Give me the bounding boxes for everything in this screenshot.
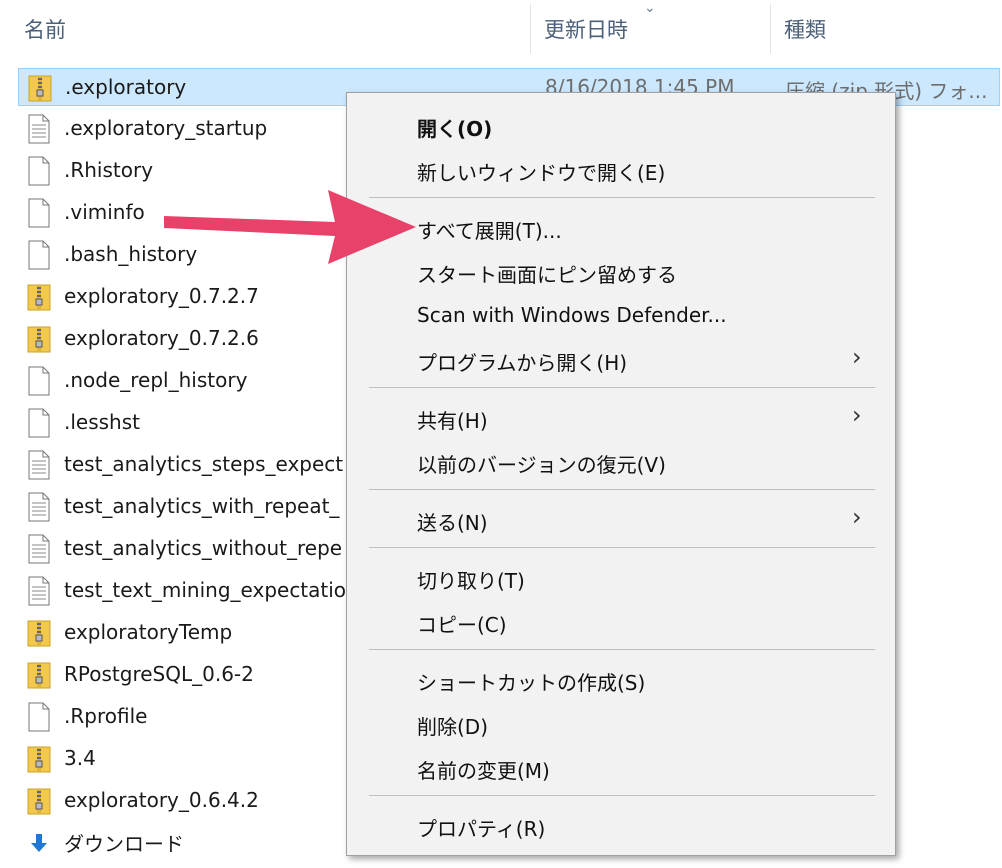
menu-restore-previous[interactable]: 以前のバージョンの復元(V): [347, 441, 895, 481]
menu-item-label: 送る(N): [417, 511, 488, 535]
file-name: exploratoryTemp: [64, 620, 233, 644]
menu-open[interactable]: 開く(O): [347, 105, 895, 145]
blank-file-icon: [27, 198, 51, 228]
chevron-right-icon: ›: [852, 503, 862, 531]
menu-cut[interactable]: 切り取り(T): [347, 557, 895, 597]
menu-item-label: 開く(O): [417, 117, 493, 141]
menu-item-label: ショートカットの作成(S): [417, 671, 646, 695]
menu-delete[interactable]: 削除(D): [347, 703, 895, 743]
menu-separator: [369, 649, 875, 650]
column-header: 名前 ⌄ 更新日時 種類: [0, 0, 1002, 58]
menu-copy[interactable]: コピー(C): [347, 601, 895, 641]
menu-item-label: すべて展開(T)...: [417, 219, 562, 243]
file-name: .exploratory_startup: [64, 116, 268, 140]
file-name: exploratory_0.7.2.6: [64, 326, 259, 350]
blank-file-icon: [27, 366, 51, 396]
menu-rename[interactable]: 名前の変更(M): [347, 747, 895, 787]
file-name: .exploratory: [65, 75, 187, 99]
text-document-icon: [27, 534, 51, 564]
file-name: 3.4: [64, 746, 96, 770]
menu-item-label: プロパティ(R): [417, 817, 546, 841]
text-document-icon: [27, 492, 51, 522]
chevron-right-icon: ›: [852, 401, 862, 429]
chevron-right-icon: ›: [852, 343, 862, 371]
file-name: .viminfo: [64, 200, 145, 224]
menu-properties[interactable]: プロパティ(R): [347, 805, 895, 845]
text-document-icon: [27, 450, 51, 480]
file-name: .lesshst: [64, 410, 140, 434]
menu-separator: [369, 489, 875, 490]
column-divider[interactable]: [770, 4, 771, 54]
blank-file-icon: [27, 702, 51, 732]
menu-item-label: 削除(D): [417, 715, 489, 739]
menu-scan-defender[interactable]: Scan with Windows Defender...: [347, 295, 895, 335]
menu-separator: [369, 795, 875, 796]
download-folder-icon: [27, 826, 51, 856]
column-date-header[interactable]: 更新日時: [544, 14, 628, 44]
column-divider[interactable]: [530, 4, 531, 54]
menu-create-shortcut[interactable]: ショートカットの作成(S): [347, 659, 895, 699]
menu-send-to[interactable]: 送る(N) ›: [347, 499, 895, 539]
file-name: exploratory_0.7.2.7: [64, 284, 259, 308]
file-name: test_analytics_with_repeat_: [64, 494, 340, 518]
zip-folder-icon: [28, 73, 52, 103]
file-name: .Rhistory: [64, 158, 154, 182]
blank-file-icon: [27, 408, 51, 438]
file-name: test_analytics_without_repe: [64, 536, 343, 560]
menu-item-label: 新しいウィンドウで開く(E): [417, 161, 666, 185]
menu-separator: [369, 547, 875, 548]
menu-item-label: 名前の変更(M): [417, 759, 550, 783]
menu-open-new-window[interactable]: 新しいウィンドウで開く(E): [347, 149, 895, 189]
file-name: RPostgreSQL_0.6-2: [64, 662, 254, 686]
menu-extract-all[interactable]: すべて展開(T)...: [347, 207, 895, 247]
context-menu: 開く(O) 新しいウィンドウで開く(E) すべて展開(T)... スタート画面にピン留…: [346, 92, 896, 856]
blank-file-icon: [27, 156, 51, 186]
menu-share[interactable]: 共有(H) ›: [347, 397, 895, 437]
blank-file-icon: [27, 240, 51, 270]
menu-item-label: 共有(H): [417, 409, 488, 433]
annotation-arrow-icon: [164, 190, 416, 264]
column-name-header[interactable]: 名前: [24, 14, 66, 44]
zip-folder-icon: [27, 618, 51, 648]
menu-pin-to-start[interactable]: スタート画面にピン留めする: [347, 251, 895, 291]
zip-folder-icon: [27, 744, 51, 774]
menu-item-label: スタート画面にピン留めする: [417, 263, 677, 287]
menu-separator: [369, 197, 875, 198]
sort-chevron-icon: ⌄: [644, 0, 656, 16]
file-name: exploratory_0.6.4.2: [64, 788, 259, 812]
zip-folder-icon: [27, 324, 51, 354]
menu-item-label: 切り取り(T): [417, 569, 525, 593]
zip-folder-icon: [27, 282, 51, 312]
menu-separator: [369, 387, 875, 388]
file-name: test_text_mining_expectatio: [64, 578, 347, 602]
file-name: ダウンロード: [64, 832, 184, 856]
column-type-header[interactable]: 種類: [784, 14, 826, 44]
menu-item-label: コピー(C): [417, 613, 507, 637]
zip-folder-icon: [27, 660, 51, 690]
menu-item-label: プログラムから開く(H): [417, 351, 628, 375]
text-document-icon: [27, 114, 51, 144]
zip-folder-icon: [27, 786, 51, 816]
menu-item-label: Scan with Windows Defender...: [417, 303, 727, 327]
menu-open-with[interactable]: プログラムから開く(H) ›: [347, 339, 895, 379]
file-name: test_analytics_steps_expect: [64, 452, 344, 476]
text-document-icon: [27, 576, 51, 606]
file-name: .node_repl_history: [64, 368, 248, 392]
menu-item-label: 以前のバージョンの復元(V): [417, 453, 666, 477]
file-name: .Rprofile: [64, 704, 148, 728]
